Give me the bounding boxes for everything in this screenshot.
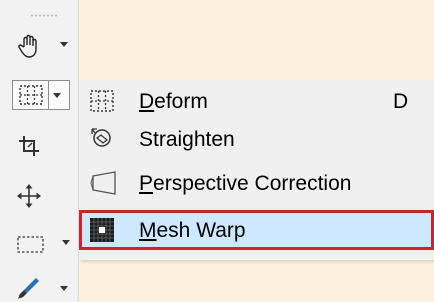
pan-tool-button[interactable] (12, 30, 70, 60)
rectangle-select-icon (17, 236, 44, 253)
menu-item-label: Perspective Correction (139, 172, 352, 195)
menu-item-perspective-correction[interactable]: Perspective Correction (79, 164, 434, 202)
move-icon (17, 184, 41, 208)
menu-item-label: Mesh Warp (139, 219, 246, 242)
chevron-down-icon[interactable] (60, 286, 68, 291)
perspective-icon (90, 171, 116, 195)
chevron-down-icon[interactable] (53, 93, 61, 98)
move-tool-button[interactable] (12, 180, 70, 210)
straighten-rotate-icon (91, 128, 111, 147)
shortcut-key: D (393, 90, 409, 113)
pan-hand-icon (18, 34, 37, 58)
menu-item-mesh-warp[interactable]: Mesh Warp (79, 210, 434, 250)
brush-tool-button[interactable] (12, 272, 70, 302)
selection-tool-button[interactable] (12, 228, 70, 258)
crop-tool-button[interactable] (12, 130, 70, 160)
menu-item-label: Deform (139, 90, 208, 113)
toolbar-grip[interactable] (30, 14, 58, 17)
menu-item-deform[interactable]: Deform D (79, 82, 434, 120)
menu-item-straighten[interactable]: Straighten (79, 120, 434, 158)
chevron-down-icon[interactable] (60, 42, 68, 47)
brush-icon (18, 278, 39, 299)
tool-palette (0, 0, 78, 302)
chevron-down-icon[interactable] (62, 240, 70, 245)
deform-grid-icon (90, 90, 114, 112)
deform-grid-icon (19, 85, 43, 105)
dropdown-divider (48, 80, 49, 110)
deform-flyout-menu: Deform D Straighten Perspective Correcti… (79, 80, 434, 260)
mesh-warp-icon (90, 218, 114, 242)
crop-icon (19, 136, 39, 156)
menu-item-label: Straighten (139, 128, 235, 151)
deform-tool-button[interactable] (12, 80, 70, 110)
